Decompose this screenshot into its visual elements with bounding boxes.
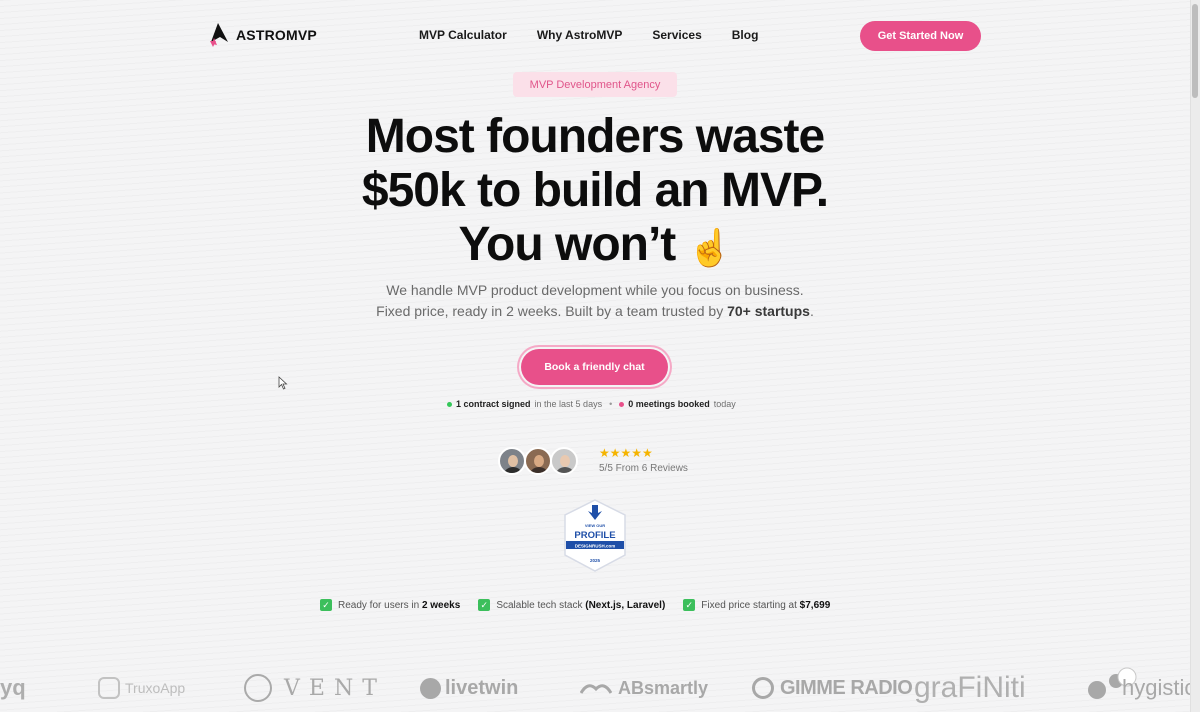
feature-item: ✓ Scalable tech stack (Next.js, Laravel) — [478, 599, 665, 611]
feature-text: Fixed price starting at — [701, 599, 800, 611]
scrollbar-thumb[interactable] — [1192, 4, 1198, 98]
badge-line-3: DESIGNRUSH.com — [575, 543, 616, 548]
pink-dot-icon — [619, 401, 625, 407]
designrush-badge[interactable]: VIEW OUR PROFILE DESIGNRUSH.com 2025 — [562, 499, 628, 572]
nav-mvp-calculator[interactable]: MVP Calculator — [419, 28, 507, 42]
client-logos: yq TruxoApp VENT livetwin ABsmartly GIMM… — [0, 664, 1195, 712]
feature-highlight: 2 weeks — [421, 599, 461, 611]
logo-yq-text: yq — [0, 675, 26, 700]
logo-hygistic: hygistic — [1086, 664, 1195, 712]
feature-highlight: (Next.js, Laravel) — [585, 599, 666, 611]
hero-subtext: We handle MVP product development while … — [330, 280, 860, 322]
nav-services[interactable]: Services — [652, 28, 701, 42]
absmartly-icon — [580, 684, 612, 694]
feature-highlight: $7,699 — [799, 599, 831, 611]
feature-text: Scalable tech stack — [496, 599, 586, 611]
logo-vent-text: VENT — [284, 675, 386, 701]
pointing-finger-icon: ☝️ — [687, 227, 733, 268]
avatar — [550, 447, 578, 475]
reviewer-avatars — [498, 447, 578, 475]
check-icon: ✓ — [320, 599, 332, 611]
hero-headline: Most founders waste $50k to build an MVP… — [300, 110, 890, 275]
subtext-line-2-post: . — [809, 303, 814, 319]
nav-why-astromvp[interactable]: Why AstroMVP — [537, 28, 623, 42]
nav-blog[interactable]: Blog — [732, 28, 759, 42]
subtext-line-1: We handle MVP product development while … — [386, 282, 804, 298]
badge-line-1: VIEW OUR — [585, 523, 605, 528]
logo-gimme-radio-text: GIMME RADIO — [780, 676, 913, 699]
logo-hygistic-text: hygistic — [1122, 675, 1196, 700]
logo-yq: yq — [0, 664, 26, 712]
logo-truxoapp-text: TruxoApp — [125, 680, 186, 696]
subtext-line-2-pre: Fixed price, ready in 2 weeks. Built by … — [376, 303, 728, 319]
logo-absmartly-text: ABsmartly — [618, 677, 709, 698]
scrollbar[interactable] — [1190, 0, 1200, 712]
avatar — [524, 447, 552, 475]
feature-text: Ready for users in — [338, 599, 422, 611]
meetings-booked: 0 meetings booked — [628, 399, 710, 409]
check-icon: ✓ — [683, 599, 696, 611]
feature-item: ✓ Fixed price starting at $7,699 — [683, 599, 830, 611]
activity-status: 1 contract signed in the last 5 days • 0… — [447, 399, 736, 409]
contracts-period: in the last 5 days — [534, 399, 603, 409]
green-dot-icon — [447, 401, 452, 407]
logo-truxoapp: TruxoApp — [98, 664, 185, 712]
truxo-icon — [98, 677, 120, 699]
contracts-signed: 1 contract signed — [456, 399, 531, 409]
gimme-radio-icon — [752, 677, 774, 699]
headline-line-2: $50k to build an MVP. — [361, 164, 829, 217]
vent-icon — [244, 674, 272, 702]
astro-logo-icon — [210, 23, 228, 47]
feature-list: ✓ Ready for users in 2 weeks ✓ Scalable … — [320, 599, 830, 611]
avatar — [498, 447, 526, 475]
logo-livetwin: livetwin — [420, 664, 518, 712]
astromvp-logo[interactable]: ASTROMVP — [208, 22, 317, 48]
rating-text: 5/5 From 6 Reviews — [599, 463, 688, 474]
logo-absmartly: ABsmartly — [580, 664, 708, 712]
feature-item: ✓ Ready for users in 2 weeks — [320, 599, 460, 611]
logo-grafiniti-text: graFiNiti — [914, 671, 1026, 704]
logo-livetwin-text: livetwin — [445, 676, 519, 699]
rating-stars: ★★★★★ — [599, 446, 653, 460]
badge-line-2: PROFILE — [574, 530, 615, 541]
headline-line-1: Most founders waste — [365, 110, 825, 163]
meetings-period: today — [713, 399, 736, 409]
logo-grafiniti: graFiNiti — [914, 664, 1026, 712]
badge-year: 2025 — [590, 558, 601, 563]
livetwin-icon — [420, 677, 441, 699]
logo-text: ASTROMVP — [236, 27, 317, 43]
logo-vent: VENT — [244, 664, 386, 712]
headline-line-3: You won’t — [458, 218, 677, 271]
separator: • — [609, 399, 613, 409]
logo-gimme-radio: GIMME RADIO — [752, 664, 913, 712]
book-chat-button[interactable]: Book a friendly chat — [521, 349, 668, 385]
main-nav: MVP Calculator Why AstroMVP Services Blo… — [419, 28, 758, 42]
subtext-startups-count: 70+ startups — [727, 303, 810, 319]
get-started-button[interactable]: Get Started Now — [860, 21, 981, 51]
mouse-cursor-icon — [278, 376, 288, 390]
check-icon: ✓ — [478, 599, 491, 611]
agency-badge: MVP Development Agency — [513, 72, 677, 97]
